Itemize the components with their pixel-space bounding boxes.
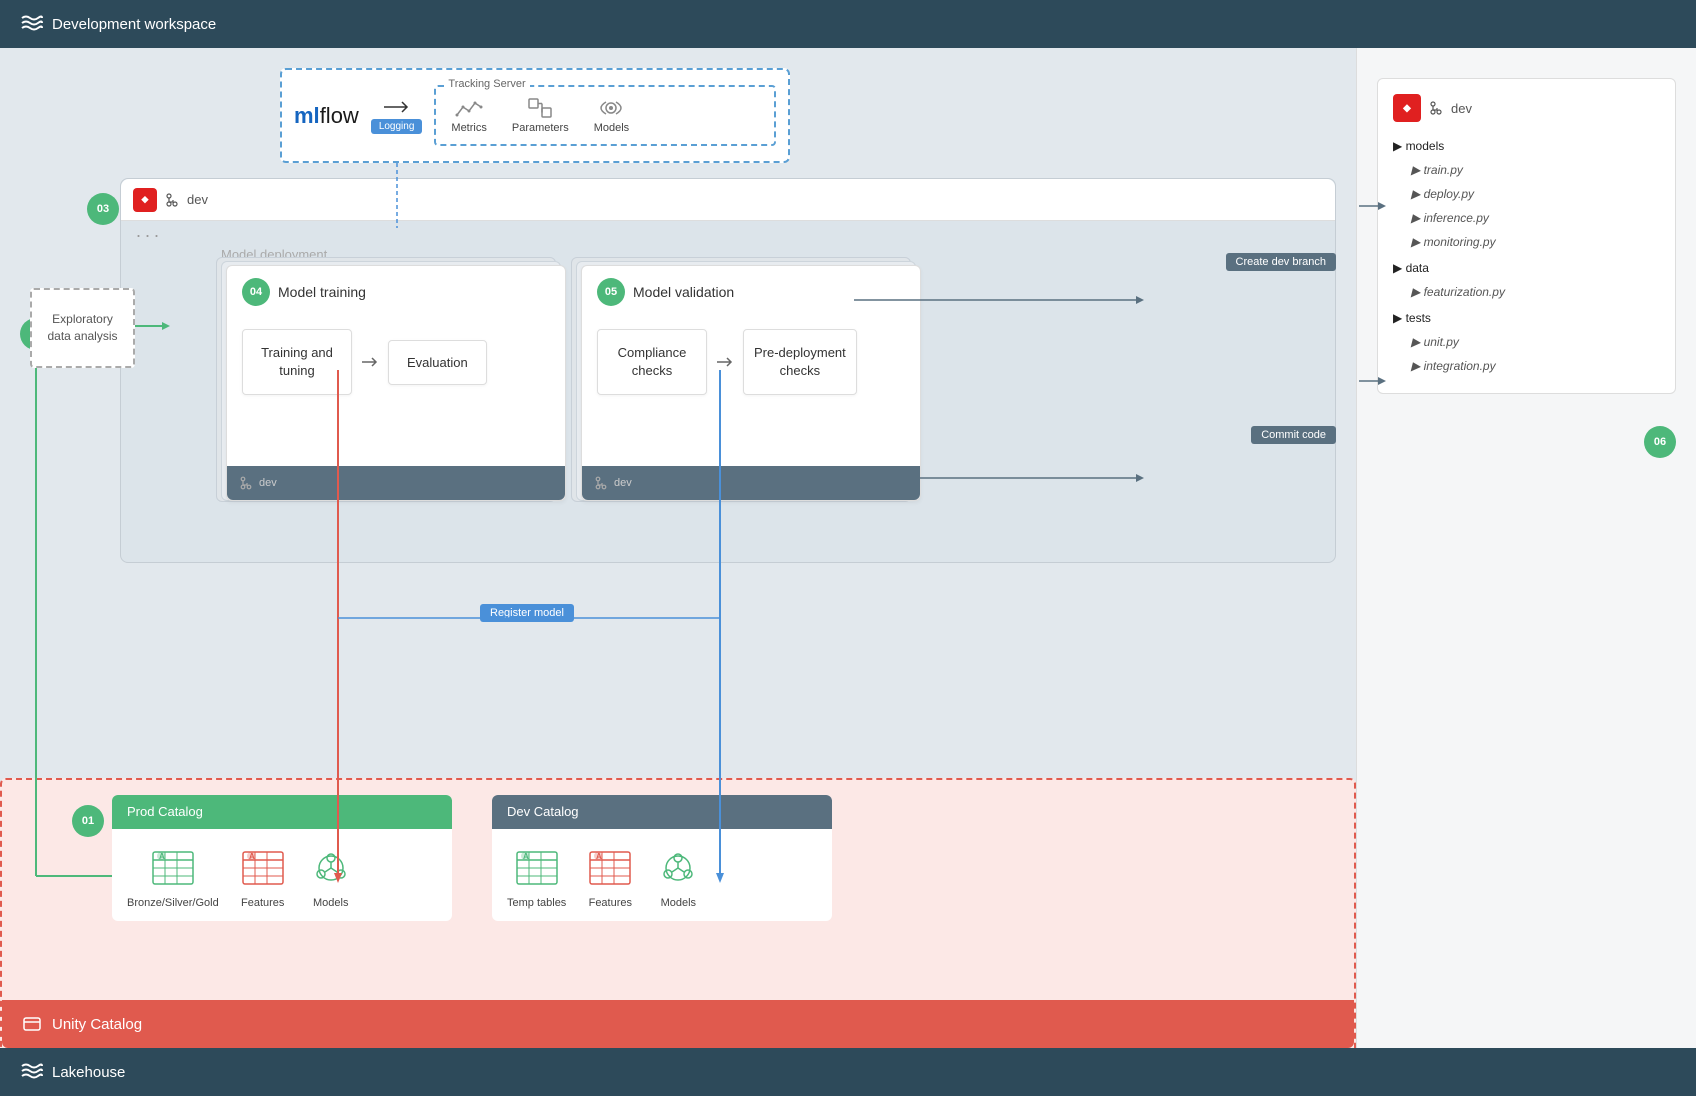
validation-footer: dev [582,466,920,500]
validation-dev-label: dev [614,477,632,489]
model-training-title: Model training [278,284,366,300]
dev-features-label: Features [589,897,632,909]
unity-catalog-title: Unity Catalog [52,1016,142,1033]
parameters-item: Parameters [512,97,569,134]
models-item: Models [594,97,629,134]
commit-code-badge: Commit code [1251,426,1336,444]
prod-bronze-label: Bronze/Silver/Gold [127,897,219,909]
ellipsis: ... [136,221,163,242]
step-06-badge: 06 [1644,426,1676,458]
train-py: ▶ train.py [1393,158,1660,182]
step-05-badge: 05 [597,278,625,306]
file-tree: ▶ models ▶ train.py ▶ deploy.py ▶ infere… [1393,134,1660,378]
featurization-py: ▶ featurization.py [1393,280,1660,304]
deploy-py: ▶ deploy.py [1393,182,1660,206]
evaluation-box: Evaluation [388,340,487,385]
dev-models-label: Models [661,897,696,909]
compliance-checks-box: Compliancechecks [597,329,707,395]
model-validation-title: Model validation [633,284,734,300]
models-folder: ▶ models [1393,134,1660,158]
prod-features: A Features [239,844,287,909]
tracking-server-box: Tracking Server Metrics Parameters Model… [434,85,776,146]
exploratory-analysis-box: Exploratorydata analysis [30,288,135,368]
svg-text:A: A [523,852,529,861]
unit-py: ▶ unit.py [1393,330,1660,354]
metrics-item: Metrics [451,97,486,134]
data-folder: ▶ data [1393,256,1660,280]
prod-catalog-title: Prod Catalog [127,804,203,819]
model-validation-box: 05 Model validation Compliancechecks Pre… [581,265,921,501]
dev-catalog-title: Dev Catalog [507,804,579,819]
models-tracking-label: Models [594,122,629,134]
training-footer: dev [227,466,565,500]
dev-temp-tables-label: Temp tables [507,897,566,909]
prod-catalog-items: A Bronze/Silver/Gold A Fea [112,829,452,921]
svg-text:A: A [596,852,602,861]
parameters-label: Parameters [512,122,569,134]
prod-features-label: Features [241,897,284,909]
training-flow: Training andtuning Evaluation [227,314,565,410]
pre-deployment-checks-box: Pre-deploymentchecks [743,329,857,395]
lakehouse-icon [20,1058,44,1087]
tests-folder: ▶ tests [1393,306,1660,330]
prod-models: Models [307,844,355,909]
logging-badge-container: Logging [371,97,423,134]
dev-catalog-items: A Temp tables A Features [492,829,832,921]
integration-py: ▶ integration.py [1393,354,1660,378]
logging-badge: Logging [371,119,423,134]
lakehouse-title: Lakehouse [52,1064,125,1081]
dev-temp-tables: A Temp tables [507,844,566,909]
prod-catalog-container: Prod Catalog A Bronze/Silver/Gold [112,795,452,921]
dev-workspace-bar: Development workspace [0,0,1696,48]
dev-models: Models [654,844,702,909]
prod-catalog-header: Prod Catalog [112,795,452,829]
mlflow-logo: mlflow [294,103,359,129]
dev-features: A Features [586,844,634,909]
dev-workspace-main: ◆ dev ... Model deployment 04 Model trai… [120,178,1336,563]
model-training-box: 04 Model training Training andtuning Eva… [226,265,566,501]
dev-catalog-header: Dev Catalog [492,795,832,829]
step-03-badge: 03 [87,193,119,225]
unity-catalog-bar: Unity Catalog [2,1000,1354,1048]
prod-bronze-silver-gold: A Bronze/Silver/Gold [127,844,219,909]
dev-workspace-title: Development workspace [52,16,216,33]
git-logo-dev: ◆ [133,188,157,212]
git-dev-box: ◆ dev ▶ models ▶ train.py ▶ deploy.py ▶ … [1377,78,1676,394]
catalog-section: 01 Prod Catalog A [0,778,1356,1048]
step-04-badge: 04 [242,278,270,306]
lakehouse-bar: Lakehouse [0,1048,1696,1096]
tracking-server-label: Tracking Server [444,78,529,90]
step-01-badge: 01 [72,805,104,837]
inference-py: ▶ inference.py [1393,206,1660,230]
mlflow-section: mlflow Logging Tracking Server Metrics P… [280,68,790,163]
training-tuning-box: Training andtuning [242,329,352,395]
svg-text:A: A [159,852,165,861]
git-logo-panel: ◆ [1393,94,1421,122]
register-model-badge: Register model [480,604,574,622]
metrics-label: Metrics [451,122,486,134]
dev-branch-header: ◆ dev [121,179,1335,221]
prod-models-label: Models [313,897,348,909]
training-dev-label: dev [259,477,277,489]
dev-catalog-container: Dev Catalog A Temp tables [492,795,832,921]
dev-label-header: dev [187,192,208,207]
create-dev-branch-badge: Create dev branch [1226,253,1337,271]
validation-flow: Compliancechecks Pre-deploymentchecks [582,314,920,410]
git-dev-header: ◆ dev [1393,94,1660,122]
model-validation-header: 05 Model validation [582,266,920,314]
git-dev-label: dev [1451,101,1472,116]
model-training-header: 04 Model training [227,266,565,314]
waves-icon [20,10,44,39]
git-provider-panel: ◆ dev ▶ models ▶ train.py ▶ deploy.py ▶ … [1356,48,1696,1048]
monitoring-py: ▶ monitoring.py [1393,230,1660,254]
svg-text:A: A [249,852,255,861]
